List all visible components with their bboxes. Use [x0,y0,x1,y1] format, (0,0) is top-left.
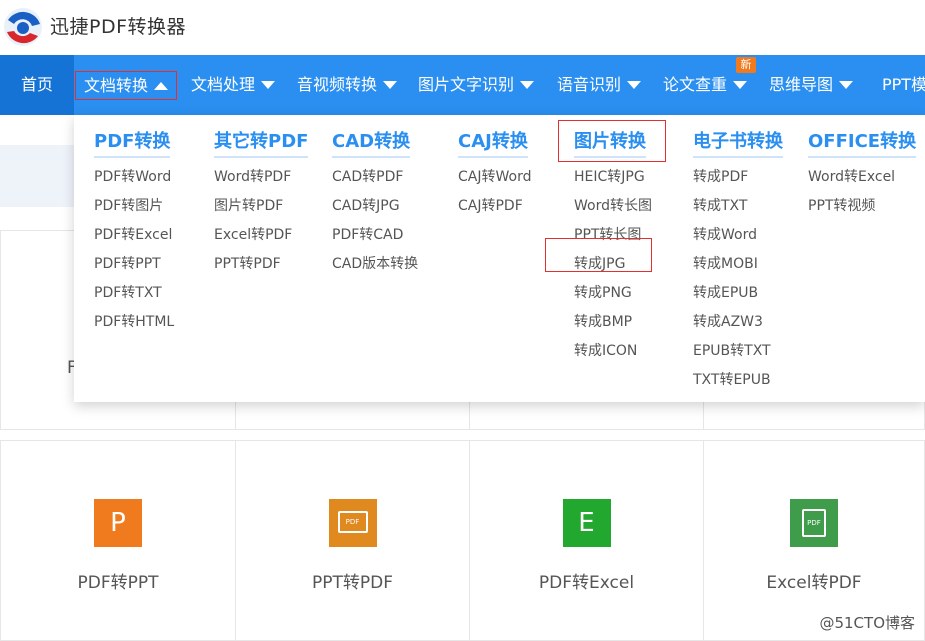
menu-item[interactable]: 转成Word [693,226,783,255]
menu-item[interactable]: PDF转PPT [94,255,174,284]
menu-item[interactable]: CAD版本转换 [332,255,418,284]
excel-letter-icon: E [562,499,611,547]
menu-col-title[interactable]: CAJ转换 [458,127,528,158]
nav-label: 图片文字识别 [418,75,515,94]
card-label: PDF转PPT [77,573,159,593]
nav-ocr[interactable]: 图片文字识别 [418,55,535,115]
menu-item[interactable]: PDF转HTML [94,313,174,342]
nav-mindmap[interactable]: 思维导图 [769,55,854,115]
pdf-document-icon: PDF [790,499,838,547]
menu-item[interactable]: PDF转图片 [94,197,174,226]
card-pdf-to-ppt[interactable]: P PDF转PPT [0,440,236,641]
nav-ppt[interactable]: PPT模 [882,55,925,115]
menu-item[interactable]: Word转Excel [808,168,916,197]
nav-doc-convert[interactable]: 文档转换 [75,71,178,100]
chevron-down-icon [261,80,276,89]
menu-item[interactable]: TXT转EPUB [693,371,783,400]
nav-label: 论文查重 [663,75,728,94]
nav-label: 语音识别 [557,75,622,94]
menu-item[interactable]: 转成MOBI [693,255,783,284]
chevron-down-icon [733,80,748,89]
menu-item[interactable]: 图片转PDF [214,197,308,226]
app-header: 迅捷PDF转换器 [0,0,925,55]
menu-item[interactable]: CAJ转Word [458,168,531,197]
menu-item[interactable]: 转成EPUB [693,284,783,313]
banner-strip [0,145,80,207]
menu-item[interactable]: HEIC转JPG [574,168,652,197]
menu-item[interactable]: 转成PNG [574,284,652,313]
menu-item[interactable]: PDF转Excel [94,226,174,255]
menu-col-other-to-pdf: 其它转PDF Word转PDF 图片转PDF Excel转PDF PPT转PDF [214,127,309,284]
card-excel-to-pdf[interactable]: PDF Excel转PDF [703,440,925,641]
tool-cards-row2: P PDF转PPT PDF PPT转PDF E PDF转Excel PDF Ex… [0,440,925,641]
menu-item[interactable]: CAD转PDF [332,168,418,197]
menu-col-title[interactable]: PDF转换 [94,127,171,158]
menu-item[interactable]: PDF转TXT [94,284,174,313]
menu-item[interactable]: CAJ转PDF [458,197,531,226]
chevron-down-icon [839,80,854,89]
icon-text: PDF [807,519,821,527]
menu-item[interactable]: Excel转PDF [214,226,308,255]
chevron-down-icon [383,80,398,89]
nav-home[interactable]: 首页 [0,55,74,115]
pdf-frame-icon: PDF [328,499,377,547]
menu-item[interactable]: 转成ICON [574,342,652,371]
menu-item[interactable]: 转成AZW3 [693,313,783,342]
menu-col-title[interactable]: 其它转PDF [214,127,309,158]
nav-plagiarism[interactable]: 论文查重 [663,55,748,115]
icon-text: PDF [345,518,360,526]
menu-item[interactable]: PPT转PDF [214,255,308,284]
menu-col-office: OFFICE转换 Word转Excel PPT转视频 [808,127,917,226]
menu-item[interactable]: 转成PDF [693,168,783,197]
doc-convert-dropdown: PDF转换 PDF转Word PDF转图片 PDF转Excel PDF转PPT … [74,115,925,402]
menu-item[interactable]: Word转长图 [574,197,652,226]
menu-col-ebook: 电子书转换 转成PDF 转成TXT 转成Word 转成MOBI 转成EPUB 转… [693,127,783,400]
main-nav: 首页 文档转换 文档处理 音视频转换 图片文字识别 语音识别 论文查重 思维导图… [0,55,925,115]
caret-up-icon [154,81,169,90]
menu-col-title[interactable]: CAD转换 [332,127,411,158]
app-logo-icon[interactable] [2,6,44,48]
menu-item[interactable]: 转成TXT [693,197,783,226]
nav-speech[interactable]: 语音识别 [557,55,642,115]
nav-label: 文档转换 [84,76,149,95]
menu-item[interactable]: Word转PDF [214,168,308,197]
watermark: @51CTO博客 [819,614,915,632]
menu-item[interactable]: PDF转CAD [332,226,418,255]
chevron-down-icon [627,80,642,89]
nav-doc-process[interactable]: 文档处理 [191,55,276,115]
card-label: PPT转PDF [311,573,393,593]
nav-label: 思维导图 [769,75,834,94]
card-label: PDF转Excel [538,573,635,593]
app-title: 迅捷PDF转换器 [50,16,187,38]
card-ppt-to-pdf[interactable]: PDF PPT转PDF [235,440,470,641]
menu-item[interactable]: EPUB转TXT [693,342,783,371]
menu-col-pdf: PDF转换 PDF转Word PDF转图片 PDF转Excel PDF转PPT … [94,127,174,342]
highlight-box-to-jpg [545,238,652,272]
highlight-box-image-title [558,120,666,162]
nav-av-convert[interactable]: 音视频转换 [297,55,398,115]
menu-item[interactable]: 转成BMP [574,313,652,342]
card-pdf-to-excel[interactable]: E PDF转Excel [469,440,704,641]
menu-item[interactable]: PDF转Word [94,168,174,197]
menu-item[interactable]: PPT转视频 [808,197,916,226]
menu-item[interactable]: CAD转JPG [332,197,418,226]
chevron-down-icon [520,80,535,89]
menu-col-title[interactable]: OFFICE转换 [808,127,917,158]
menu-col-title[interactable]: 电子书转换 [693,127,783,158]
nav-label: 文档处理 [191,75,256,94]
new-badge: 新 [736,57,756,73]
card-label: Excel转PDF [766,573,862,593]
menu-col-cad: CAD转换 CAD转PDF CAD转JPG PDF转CAD CAD版本转换 [332,127,418,284]
menu-col-caj: CAJ转换 CAJ转Word CAJ转PDF [458,127,531,226]
nav-label: 音视频转换 [297,75,378,94]
ppt-letter-icon: P [94,499,142,547]
